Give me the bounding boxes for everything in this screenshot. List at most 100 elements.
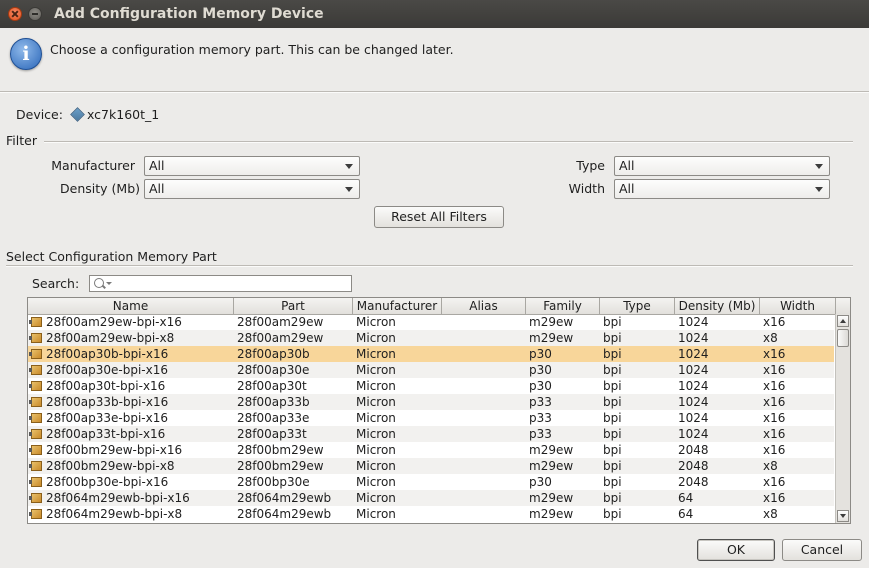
info-message: Choose a configuration memory part. This…	[50, 42, 454, 57]
table-row[interactable]: 28f00ap30t-bpi-x16 28f00ap30t Micron p30 bpi…	[28, 378, 834, 394]
cell-part: 28f00ap33t	[237, 427, 307, 441]
manufacturer-combo[interactable]: All	[144, 156, 360, 176]
cell-manufacturer: Micron	[356, 363, 396, 377]
cell-type: bpi	[603, 331, 622, 345]
cell-family: p30	[529, 379, 552, 393]
table-row[interactable]: 28f00bm29ew-bpi-x16 28f00bm29ew Micron m29e…	[28, 442, 834, 458]
cell-density: 64	[678, 507, 694, 521]
table-row[interactable]: 28f00am29ew-bpi-x8 28f00am29ew Micron m29ew…	[28, 330, 834, 346]
cell-type: bpi	[603, 379, 622, 393]
width-label: Width	[568, 181, 605, 196]
cell-manufacturer: Micron	[356, 427, 396, 441]
cell-name: 28f00ap33e-bpi-x16	[46, 411, 168, 425]
table-row[interactable]: 28f00ap30b-bpi-x16 28f00ap30b Micron p30 bpi…	[28, 346, 834, 362]
density-combo[interactable]: All	[144, 179, 360, 199]
minimize-window-button[interactable]	[28, 7, 42, 21]
scrollbar-thumb[interactable]	[837, 329, 849, 347]
table-body: 28f00am29ew-bpi-x16 28f00am29ew Micron m29e…	[28, 314, 834, 522]
cell-density: 2048	[678, 459, 709, 473]
table-row[interactable]: 28f064m29ewb-bpi-x16 28f064m29ewb Micron m2…	[28, 490, 834, 506]
column-header-name[interactable]: Name	[28, 298, 234, 314]
memory-part-table[interactable]: Name Part Manufacturer Alias Family Type…	[27, 297, 851, 524]
cell-manufacturer: Micron	[356, 491, 396, 505]
cell-family: m29ew	[529, 331, 574, 345]
width-combo[interactable]: All	[614, 179, 830, 199]
table-scrollbar[interactable]	[835, 314, 850, 523]
cell-family: m29ew	[529, 459, 574, 473]
table-row[interactable]: 28f00ap33t-bpi-x16 28f00ap33t Micron p33 bpi…	[28, 426, 834, 442]
cell-name: 28f00ap33b-bpi-x16	[46, 395, 169, 409]
cell-part: 28f064m29ewb	[237, 491, 332, 505]
table-row[interactable]: 28f00bp30e-bpi-x16 28f00bp30e Micron p30 bpi…	[28, 474, 834, 490]
column-header-type[interactable]: Type	[600, 298, 675, 314]
column-header-manufacturer[interactable]: Manufacturer	[353, 298, 442, 314]
cancel-button[interactable]: Cancel	[782, 539, 862, 561]
window-title: Add Configuration Memory Device	[54, 6, 324, 22]
search-options-icon	[106, 282, 112, 285]
cell-type: bpi	[603, 459, 622, 473]
cell-manufacturer: Micron	[356, 379, 396, 393]
table-row[interactable]: 28f00ap33e-bpi-x16 28f00ap33e Micron p33 bpi…	[28, 410, 834, 426]
column-header-density[interactable]: Density (Mb)	[675, 298, 760, 314]
cell-type: bpi	[603, 491, 622, 505]
close-window-button[interactable]	[8, 7, 22, 21]
cell-name: 28f00ap30e-bpi-x16	[46, 363, 168, 377]
cell-density: 1024	[678, 395, 709, 409]
table-row[interactable]: 28f00am29ew-bpi-x16 28f00am29ew Micron m29e…	[28, 314, 834, 330]
type-combo[interactable]: All	[614, 156, 830, 176]
cell-family: p33	[529, 411, 552, 425]
cell-density: 1024	[678, 427, 709, 441]
ok-button[interactable]: OK	[697, 539, 775, 561]
density-label: Density (Mb)	[60, 181, 140, 196]
memory-part-icon	[29, 477, 42, 487]
cell-type: bpi	[603, 363, 622, 377]
cell-manufacturer: Micron	[356, 347, 396, 361]
chip-icon	[70, 107, 85, 122]
table-row[interactable]: 28f00bm29ew-bpi-x8 28f00bm29ew Micron m29ew…	[28, 458, 834, 474]
scroll-down-icon[interactable]	[837, 510, 849, 522]
cell-type: bpi	[603, 507, 622, 521]
select-part-section-title: Select Configuration Memory Part	[6, 249, 217, 264]
cell-name: 28f00ap30t-bpi-x16	[46, 379, 166, 393]
cell-name: 28f00bm29ew-bpi-x16	[46, 443, 183, 457]
memory-part-icon	[29, 429, 42, 439]
memory-part-icon	[29, 317, 42, 327]
column-header-family[interactable]: Family	[526, 298, 600, 314]
cell-family: m29ew	[529, 315, 574, 329]
table-row[interactable]: 28f00ap33b-bpi-x16 28f00ap33b Micron p33 bpi…	[28, 394, 834, 410]
memory-part-icon	[29, 349, 42, 359]
memory-part-icon	[29, 413, 42, 423]
cell-part: 28f00bp30e	[237, 475, 310, 489]
memory-part-icon	[29, 509, 42, 519]
cell-density: 1024	[678, 347, 709, 361]
search-input[interactable]	[89, 275, 352, 292]
cell-type: bpi	[603, 347, 622, 361]
cell-name: 28f064m29ewb-bpi-x16	[46, 491, 190, 505]
column-header-part[interactable]: Part	[234, 298, 353, 314]
cell-density: 2048	[678, 443, 709, 457]
table-header: Name Part Manufacturer Alias Family Type…	[28, 298, 850, 315]
cell-part: 28f064m29ewb	[237, 507, 332, 521]
column-header-alias[interactable]: Alias	[442, 298, 526, 314]
manufacturer-label: Manufacturer	[51, 158, 135, 173]
cell-name: 28f00am29ew-bpi-x8	[46, 331, 175, 345]
cell-type: bpi	[603, 443, 622, 457]
cell-manufacturer: Micron	[356, 459, 396, 473]
table-row[interactable]: 28f00ap30e-bpi-x16 28f00ap30e Micron p30 bpi…	[28, 362, 834, 378]
scroll-up-icon[interactable]	[837, 315, 849, 327]
cell-width: x16	[763, 347, 786, 361]
column-header-width[interactable]: Width	[760, 298, 836, 314]
cell-density: 64	[678, 491, 694, 505]
cell-density: 1024	[678, 379, 709, 393]
memory-part-icon	[29, 333, 42, 343]
title-bar: Add Configuration Memory Device	[0, 0, 869, 28]
cell-manufacturer: Micron	[356, 443, 396, 457]
cell-part: 28f00ap30e	[237, 363, 310, 377]
cell-part: 28f00ap33e	[237, 411, 310, 425]
cell-name: 28f064m29ewb-bpi-x8	[46, 507, 183, 521]
table-row[interactable]: 28f064m29ewb-bpi-x8 28f064m29ewb Micron m29…	[28, 506, 834, 522]
cell-manufacturer: Micron	[356, 507, 396, 521]
cell-part: 28f00ap33b	[237, 395, 310, 409]
reset-filters-button[interactable]: Reset All Filters	[374, 206, 504, 228]
cell-family: m29ew	[529, 507, 574, 521]
